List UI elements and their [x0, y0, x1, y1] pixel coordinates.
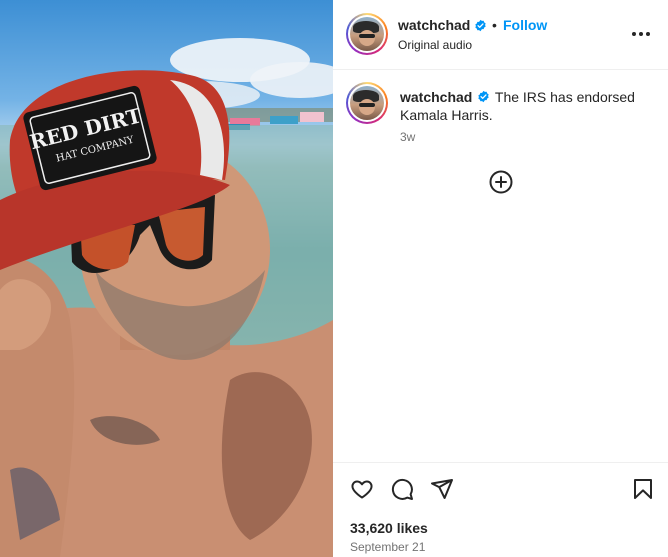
post-caption: watchchad The IRS has endorsed Kamala Ha… — [400, 88, 650, 124]
post-actions-bar: 33,620 likes September 21 — [333, 462, 668, 557]
add-circle-icon[interactable] — [489, 170, 513, 194]
post-time-ago[interactable]: 3w — [400, 130, 415, 144]
follow-button[interactable]: Follow — [503, 17, 547, 33]
post-header: watchchad • Follow Original audio — [333, 0, 668, 70]
post-date[interactable]: September 21 — [350, 540, 425, 554]
header-separator: • — [492, 17, 497, 33]
likes-count[interactable]: 33,620 likes — [350, 520, 428, 536]
comment-icon[interactable] — [390, 477, 414, 501]
caption-verified-badge-icon — [478, 90, 489, 103]
heart-icon[interactable] — [350, 477, 374, 501]
verified-badge-icon — [475, 19, 486, 32]
author-avatar[interactable] — [346, 13, 388, 55]
share-icon[interactable] — [430, 477, 454, 501]
post-media[interactable]: RED DIRT HAT COMPANY — [0, 0, 333, 557]
post-video-frame: RED DIRT HAT COMPANY — [0, 38, 333, 557]
post-details-panel: watchchad • Follow Original audio watchc… — [333, 0, 668, 557]
more-options-icon[interactable] — [632, 32, 650, 38]
caption-author-avatar[interactable] — [346, 82, 388, 124]
original-audio-link[interactable]: Original audio — [398, 38, 472, 52]
bookmark-icon[interactable] — [631, 477, 655, 501]
caption-username[interactable]: watchchad — [400, 89, 472, 105]
author-username[interactable]: watchchad — [398, 17, 470, 33]
